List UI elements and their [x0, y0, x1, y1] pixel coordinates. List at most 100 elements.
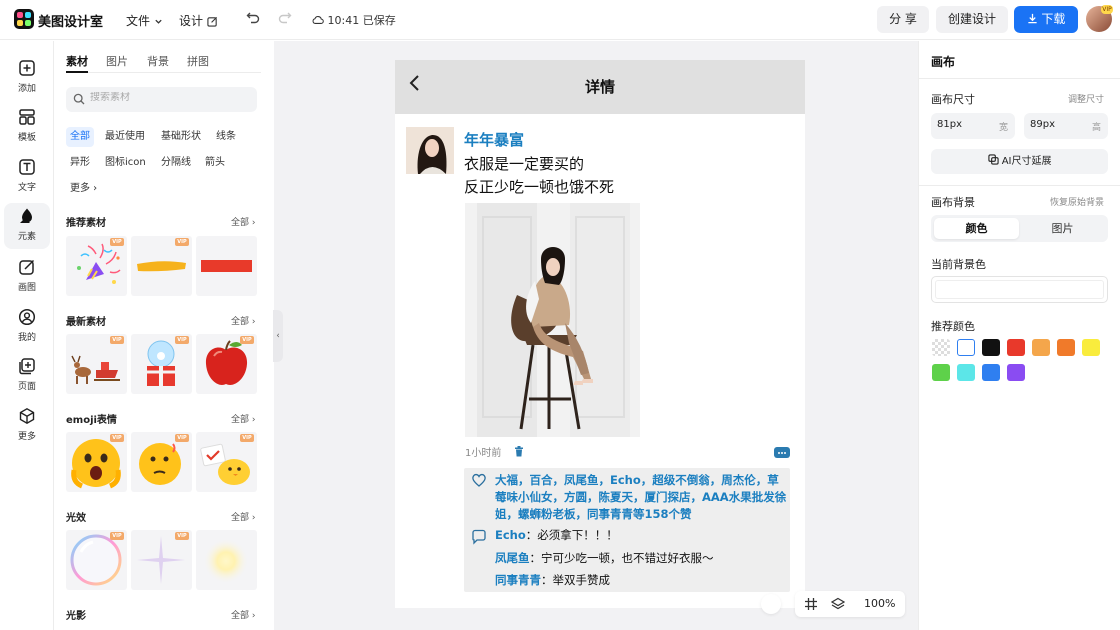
width-unit: 宽 — [998, 123, 1008, 133]
see-all-link[interactable]: 全部 › — [231, 314, 255, 327]
trash-icon[interactable] — [514, 446, 524, 457]
swatch-light-orange[interactable] — [1032, 339, 1050, 356]
save-status: 10:41 已保存 — [312, 12, 396, 28]
thumb-soft-glow[interactable] — [196, 530, 257, 590]
chip-icons[interactable]: 图标icon — [101, 153, 150, 173]
see-all-link[interactable]: 全部 › — [231, 608, 255, 621]
rail-item-mine[interactable]: 我的 — [0, 304, 54, 350]
rail-item-template[interactable]: 模板 — [0, 104, 54, 150]
swatch-white[interactable] — [957, 339, 975, 356]
app-title[interactable]: 美图设计室 — [38, 11, 103, 30]
section-title: 光效 — [66, 513, 86, 524]
height-input[interactable] — [1030, 119, 1085, 130]
thumb-chick-with-sign[interactable]: VIP — [196, 432, 257, 492]
grid-icon[interactable] — [804, 597, 818, 611]
chip-recent[interactable]: 最近使用 — [101, 127, 149, 147]
swatch-black[interactable] — [982, 339, 1000, 356]
chip-arrows[interactable]: 箭头 — [201, 153, 229, 173]
app-logo-icon[interactable] — [14, 9, 34, 29]
design-menu[interactable]: 设计 — [179, 12, 218, 29]
rail-item-elements[interactable]: 元素 — [4, 203, 50, 249]
chip-more[interactable]: 更多 › — [66, 179, 101, 199]
thumb-snow-globe-gift[interactable]: VIP — [131, 334, 192, 394]
undo-button[interactable] — [246, 10, 260, 28]
swatch-purple[interactable] — [1007, 364, 1025, 381]
see-all-link[interactable]: 全部 › — [231, 412, 255, 425]
see-all-link[interactable]: 全部 › — [231, 510, 255, 523]
search-box[interactable] — [66, 87, 257, 112]
rail-item-text[interactable]: 文字 — [0, 154, 54, 200]
height-field[interactable]: 高 — [1024, 113, 1108, 139]
swatch-green[interactable] — [932, 364, 950, 381]
thumb-purple-sparkle[interactable]: VIP — [131, 530, 192, 590]
thumb-shocked-face[interactable]: VIP — [66, 432, 127, 492]
see-all-label: 全部 — [231, 317, 250, 327]
download-button[interactable]: 下载 — [1014, 6, 1078, 33]
chip-dividers[interactable]: 分隔线 — [157, 153, 195, 173]
thumb-party-popper[interactable]: VIP — [66, 236, 127, 296]
vip-badge: VIP — [110, 532, 124, 540]
vip-badge: VIP — [175, 238, 189, 246]
chip-basic-shapes[interactable]: 基础形状 — [157, 127, 205, 147]
section-title: emoji表情 — [66, 415, 117, 426]
thumb-rainbow-bubble[interactable]: VIP — [66, 530, 127, 590]
zoom-level[interactable]: 100% — [864, 597, 895, 610]
thumb-yellow-brush-stroke[interactable]: VIP — [131, 236, 192, 296]
more-actions-button[interactable] — [774, 447, 790, 458]
adjust-size-link[interactable]: 调整尺寸 — [1068, 92, 1104, 105]
share-button[interactable]: 分 享 — [877, 6, 929, 33]
swatch-orange[interactable] — [1057, 339, 1075, 356]
chip-lines[interactable]: 线条 — [212, 127, 240, 147]
chip-all[interactable]: 全部 — [66, 127, 94, 147]
see-all-label: 全部 — [231, 218, 250, 228]
file-menu[interactable]: 文件 — [126, 12, 163, 29]
likes-list: 大福，百合，凤尾鱼，Echo，超级不倒翁，周杰伦，草莓味小仙女，方圆，陈夏天，厦… — [495, 473, 787, 521]
see-all-link[interactable]: 全部 › — [231, 215, 255, 228]
width-field[interactable]: 宽 — [931, 113, 1015, 139]
swatch-blue[interactable] — [982, 364, 1000, 381]
rail-item-more[interactable]: 更多 — [0, 403, 54, 449]
rail-item-add[interactable]: 添加 — [0, 55, 54, 101]
help-button[interactable] — [761, 594, 781, 614]
tab-material[interactable]: 素材 — [66, 53, 88, 69]
swatch-yellow[interactable] — [1082, 339, 1100, 356]
thumb-thinking-face[interactable]: VIP — [131, 432, 192, 492]
tab-background[interactable]: 背景 — [147, 53, 169, 69]
swatch-cyan[interactable] — [957, 364, 975, 381]
thumb-red-bar[interactable] — [196, 236, 257, 296]
see-all-label: 全部 — [231, 513, 250, 523]
comment-text: 宁可少吃一顿，也不错过好衣服～ — [541, 551, 714, 565]
width-input[interactable] — [937, 119, 992, 130]
bg-type-image[interactable]: 图片 — [1020, 218, 1105, 239]
create-design-button[interactable]: 创建设计 — [936, 6, 1008, 33]
post-time: 1小时前 — [465, 448, 502, 459]
collapse-panel-button[interactable]: ‹ — [273, 310, 283, 362]
thumb-red-apple[interactable]: VIP — [196, 334, 257, 394]
see-all-label: 全部 — [231, 611, 250, 621]
woman-portrait-icon — [406, 127, 454, 174]
vip-badge: VIP — [1101, 5, 1113, 14]
canvas-header: 详情 — [395, 60, 805, 114]
vip-badge: VIP — [110, 434, 124, 442]
rail-item-page[interactable]: 页面 — [0, 353, 54, 399]
redo-button[interactable] — [278, 10, 292, 28]
rail-label: 元素 — [17, 232, 36, 242]
swatch-red[interactable] — [1007, 339, 1025, 356]
restore-bg-link[interactable]: 恢复原始背景 — [1050, 195, 1104, 208]
rail-item-draw[interactable]: 画图 — [0, 254, 54, 300]
search-input[interactable] — [90, 92, 250, 103]
tab-image[interactable]: 图片 — [106, 53, 128, 69]
layers-icon[interactable] — [831, 597, 845, 611]
ai-size-extend-button[interactable]: AI尺寸延展 — [931, 149, 1108, 174]
rail-label: 更多 — [17, 432, 36, 442]
swatch-transparent[interactable] — [932, 339, 950, 356]
bg-type-color[interactable]: 颜色 — [934, 218, 1019, 239]
thumb-reindeer-sleigh[interactable]: VIP — [66, 334, 127, 394]
canvas-size-label: 画布尺寸 — [931, 93, 975, 106]
post-text-line: 衣服是一定要买的 — [464, 155, 585, 173]
current-bg-color-field[interactable] — [931, 276, 1108, 303]
chip-irregular[interactable]: 异形 — [66, 153, 94, 173]
undo-icon — [246, 12, 260, 24]
design-canvas[interactable]: 详情 年年暴富 衣服是一定要买的 反正少吃一顿也饿不死 1小时前 大福，百合，凤… — [395, 60, 805, 608]
tab-collage[interactable]: 拼图 — [187, 53, 209, 69]
